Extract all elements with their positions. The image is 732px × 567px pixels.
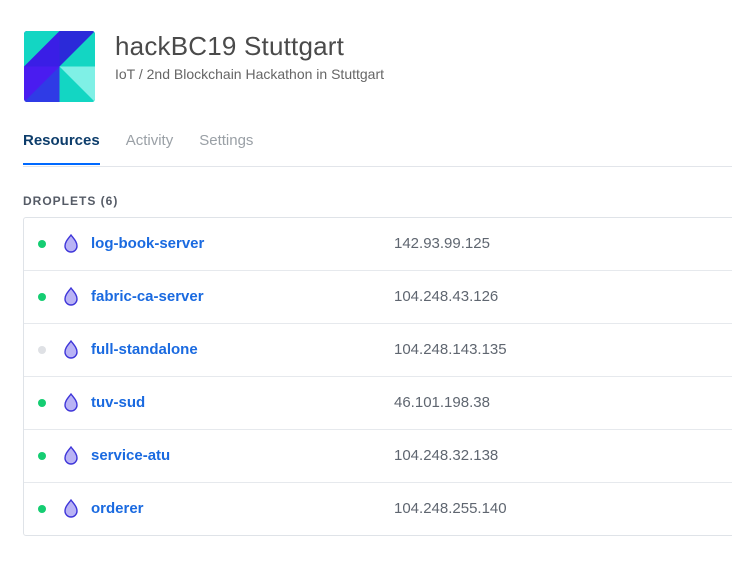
droplet-icon — [64, 499, 78, 518]
droplet-ip: 46.101.198.38 — [394, 394, 490, 411]
droplet-name-link[interactable]: tuv-sud — [91, 394, 145, 412]
tab-activity[interactable]: Activity — [126, 123, 174, 165]
project-logo-graphic — [24, 31, 95, 102]
status-dot-on — [38, 505, 46, 513]
droplet-name-link[interactable]: full-standalone — [91, 341, 198, 359]
droplet-name-link[interactable]: service-atu — [91, 447, 170, 465]
droplet-name-link[interactable]: orderer — [91, 500, 144, 518]
droplet-icon — [64, 234, 78, 253]
droplet-icon — [64, 287, 78, 306]
droplet-row[interactable]: full-standalone 104.248.143.135 — [24, 324, 732, 377]
status-dot-on — [38, 240, 46, 248]
droplet-row[interactable]: log-book-server 142.93.99.125 — [24, 218, 732, 271]
droplet-row[interactable]: service-atu 104.248.32.138 — [24, 430, 732, 483]
project-page: hackBC19 Stuttgart IoT / 2nd Blockchain … — [0, 0, 732, 567]
project-subtitle: IoT / 2nd Blockchain Hackathon in Stuttg… — [115, 66, 385, 82]
droplet-icon — [64, 446, 78, 465]
status-dot-on — [38, 399, 46, 407]
project-title: hackBC19 Stuttgart — [115, 31, 345, 61]
droplets-heading: DROPLETS (6) — [23, 194, 119, 208]
project-tabs: Resources Activity Settings — [23, 123, 732, 167]
droplet-icon — [64, 340, 78, 359]
status-dot-on — [38, 452, 46, 460]
droplet-list: log-book-server 142.93.99.125 fabric-ca-… — [23, 217, 732, 536]
droplet-ip: 104.248.32.138 — [394, 447, 499, 464]
tab-resources[interactable]: Resources — [23, 123, 100, 165]
droplet-row[interactable]: tuv-sud 46.101.198.38 — [24, 377, 732, 430]
droplet-icon — [64, 393, 78, 412]
status-dot-off — [38, 346, 46, 354]
droplet-ip: 104.248.143.135 — [394, 341, 507, 358]
droplet-row[interactable]: fabric-ca-server 104.248.43.126 — [24, 271, 732, 324]
droplet-ip: 104.248.43.126 — [394, 288, 499, 305]
project-title-block: hackBC19 Stuttgart IoT / 2nd Blockchain … — [115, 31, 384, 83]
droplet-name-link[interactable]: fabric-ca-server — [91, 288, 204, 306]
droplet-ip: 142.93.99.125 — [394, 235, 490, 252]
tab-settings[interactable]: Settings — [199, 123, 253, 165]
project-logo[interactable] — [24, 31, 112, 102]
status-dot-on — [38, 293, 46, 301]
droplet-row[interactable]: orderer 104.248.255.140 — [24, 483, 732, 535]
project-header: hackBC19 Stuttgart IoT / 2nd Blockchain … — [24, 31, 384, 102]
droplet-name-link[interactable]: log-book-server — [91, 235, 204, 253]
droplet-ip: 104.248.255.140 — [394, 500, 507, 517]
